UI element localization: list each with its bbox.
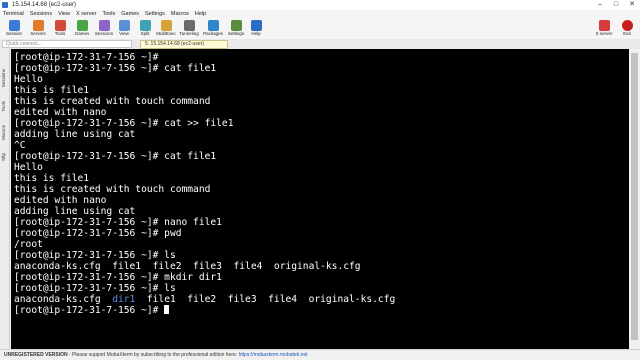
subscribe-link[interactable]: https://mobaxterm.mobatek.net [239,352,308,358]
session-tab[interactable]: 5. 15.154.14.68 (ec2-user) [140,40,228,49]
terminal-line: this is created with touch command [14,184,211,195]
sessions-icon [98,20,110,31]
sidebar-item-macros[interactable]: Macros [1,125,9,140]
terminal-line: this is file1 [14,85,90,96]
packages-icon [207,20,219,31]
xserver-button[interactable]: X server [592,19,616,39]
tools-label: Tools [54,31,66,36]
terminal-line: anaconda-ks.cfg file1 file2 file3 file4 … [14,261,361,272]
packages-label: Packages [203,31,223,36]
tunneling-icon [183,20,195,31]
tools-button[interactable]: Tools [48,19,72,39]
menu-settings[interactable]: Settings [142,10,168,19]
maximize-icon[interactable]: □ [608,0,624,10]
terminal-line: adding line using cat [14,129,136,140]
unregistered-label: UNREGISTERED VERSION [4,352,68,358]
help-label: Help [251,31,261,36]
terminal-line: this is created with touch command [14,96,211,107]
exit-icon [621,20,633,31]
terminal-line: [root@ip-172-31-7-156 ~]# cat file1 [14,63,217,74]
close-icon[interactable]: ✕ [624,0,640,10]
terminal-prompt: [root@ip-172-31-7-156 ~]# [14,305,159,316]
servers-label: Servers [30,31,46,36]
sidebar-item-tools[interactable]: Tools [1,101,9,112]
menu-terminal[interactable]: Terminal [0,10,27,19]
view-icon [118,20,130,31]
sidebar: Sessions Tools Macros Sftp [0,49,10,349]
toolbar: Session Servers Tools Games Sessions Vie… [0,19,640,39]
terminal-line: edited with nano [14,107,107,118]
help-button[interactable]: Help [244,19,268,39]
multiexec-label: MultiExec [156,31,176,36]
menu-games[interactable]: Games [118,10,142,19]
menu-sessions[interactable]: Sessions [27,10,55,19]
terminal-line: [root@ip-172-31-7-156 ~]# cat >> file1 [14,118,234,129]
split-icon [139,20,151,31]
status-message: - Please support MobaXterm by subscribin… [67,352,239,358]
terminal-line: ^C [14,140,26,151]
title-bar: 15.154.14.68 (ec2-user) – □ ✕ [0,0,640,10]
menu-tools[interactable]: Tools [99,10,118,19]
sidebar-item-sftp[interactable]: Sftp [1,153,9,161]
app-icon [2,2,8,8]
sidebar-item-sessions[interactable]: Sessions [1,69,9,87]
quick-connect-bar: Quick connect... 5. 15.154.14.68 (ec2-us… [0,39,640,49]
menu-macros[interactable]: Macros [168,10,192,19]
minimize-icon[interactable]: – [592,0,608,10]
servers-button[interactable]: Servers [26,19,50,39]
terminal-line: adding line using cat [14,206,136,217]
ls-text-before: anaconda-ks.cfg [14,294,113,305]
terminal-scrollbar[interactable] [629,49,640,349]
session-label: Session [5,31,22,36]
terminal-line: [root@ip-172-31-7-156 ~]# ls [14,250,176,261]
tools-icon [54,20,66,31]
window-controls: – □ ✕ [592,0,640,10]
tunneling-button[interactable]: Tunneling [177,19,201,39]
terminal-line: [root@ip-172-31-7-156 ~]# pwd [14,228,182,239]
scrollbar-thumb[interactable] [631,53,638,340]
menu-xserver[interactable]: X server [73,10,99,19]
menu-help[interactable]: Help [192,10,209,19]
session-button[interactable]: Session [2,19,26,39]
status-bar: UNREGISTERED VERSION - Please support Mo… [0,349,640,360]
window-title: 15.154.14.68 (ec2-user) [12,2,77,8]
menu-view[interactable]: View [55,10,73,19]
ls-text-after: file1 file2 file3 file4 original-ks.cfg [135,294,396,305]
xserver-icon [598,20,610,31]
games-icon [76,20,88,31]
terminal-line: Hello [14,162,43,173]
quick-connect-input[interactable]: Quick connect... [2,40,132,48]
menu-bar: Terminal Sessions View X server Tools Ga… [0,10,640,19]
settings-icon [230,20,242,31]
terminal-line: [root@ip-172-31-7-156 ~]# mkdir dir1 [14,272,222,283]
packages-button[interactable]: Packages [201,19,225,39]
terminal-line: [root@ip-172-31-7-156 ~]# nano file1 [14,217,222,228]
ls-directory-name: dir1 [112,294,136,305]
exit-button[interactable]: Exit [615,19,639,39]
xserver-label: X server [595,31,613,36]
terminal-line: [root@ip-172-31-7-156 ~]# [14,52,159,63]
terminal-prompt-line: [root@ip-172-31-7-156 ~]# [14,305,170,316]
terminal-line: edited with nano [14,195,107,206]
games-button[interactable]: Games [70,19,94,39]
help-icon [250,20,262,31]
session-icon [8,20,20,31]
terminal-line: [root@ip-172-31-7-156 ~]# ls [14,283,176,294]
terminal-line-ls-output: anaconda-ks.cfg dir1 file1 file2 file3 f… [14,294,395,305]
terminal-line: this is file1 [14,173,90,184]
terminal-line: /root [14,239,43,250]
tunneling-label: Tunneling [179,31,199,36]
multiexec-button[interactable]: MultiExec [154,19,178,39]
terminal-output[interactable]: [root@ip-172-31-7-156 ~]# [root@ip-172-3… [11,49,629,349]
terminal-line: Hello [14,74,43,85]
servers-icon [32,20,44,31]
terminal-line: [root@ip-172-31-7-156 ~]# cat file1 [14,151,217,162]
exit-label: Exit [623,31,631,36]
multiexec-icon [160,20,172,31]
games-label: Games [74,31,90,36]
terminal-cursor [164,305,170,314]
